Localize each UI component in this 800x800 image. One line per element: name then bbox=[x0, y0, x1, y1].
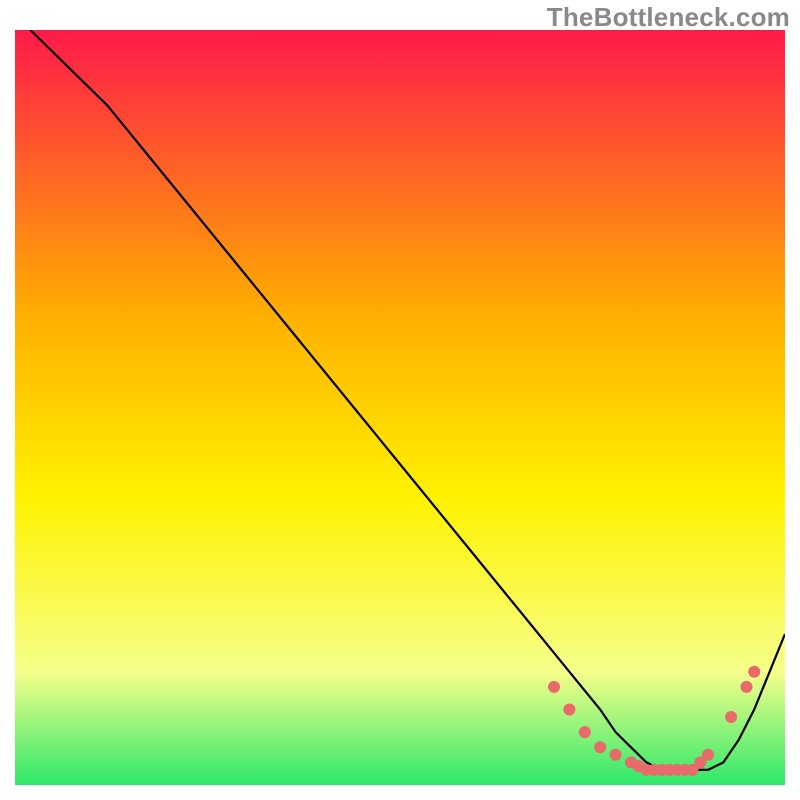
valley-marker bbox=[563, 704, 575, 716]
gradient-background bbox=[15, 30, 785, 785]
valley-marker bbox=[741, 681, 753, 693]
valley-marker bbox=[594, 741, 606, 753]
chart-container: TheBottleneck.com bbox=[0, 0, 800, 800]
valley-marker bbox=[579, 726, 591, 738]
plot-area bbox=[15, 30, 785, 785]
watermark-text: TheBottleneck.com bbox=[547, 2, 790, 33]
valley-marker bbox=[725, 711, 737, 723]
valley-marker bbox=[548, 681, 560, 693]
valley-marker bbox=[702, 749, 714, 761]
plot-svg bbox=[15, 30, 785, 785]
valley-marker bbox=[748, 666, 760, 678]
valley-marker bbox=[610, 749, 622, 761]
